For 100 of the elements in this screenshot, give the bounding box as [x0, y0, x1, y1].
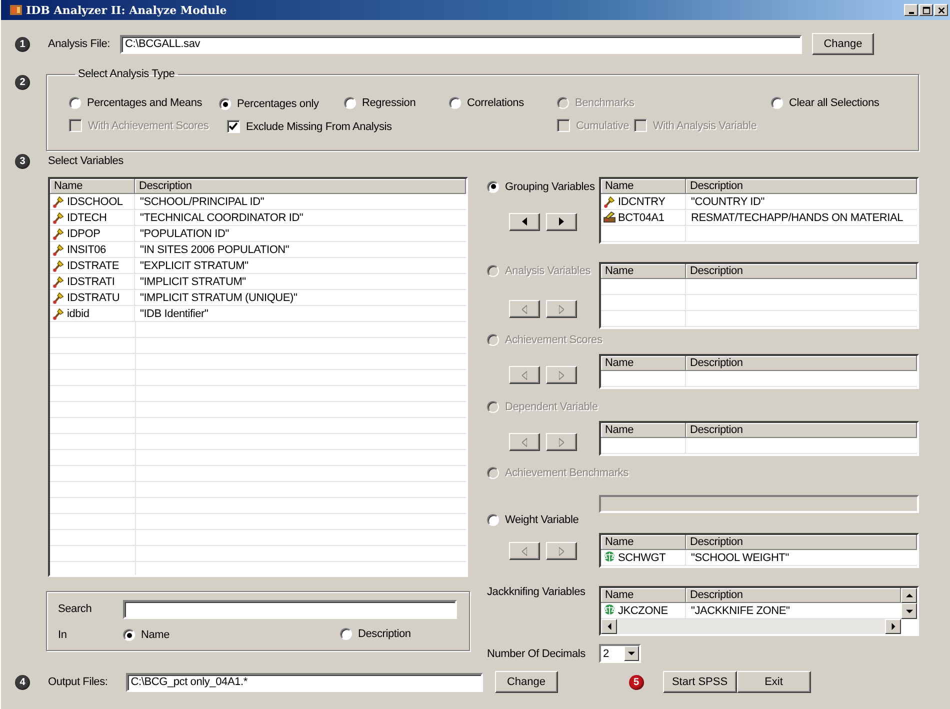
pin-icon: [52, 243, 65, 256]
move-right-button[interactable]: [546, 366, 577, 384]
field-label: Analysis File:: [48, 38, 110, 50]
column-header[interactable]: Name: [601, 588, 686, 603]
move-right-button[interactable]: [546, 300, 577, 318]
minimize-button[interactable]: [904, 4, 918, 16]
radio-button[interactable]: Name: [123, 629, 170, 642]
variable-description: "COUNTRY ID": [691, 196, 764, 208]
checkbox[interactable]: Exclude Missing From Analysis: [227, 120, 392, 133]
variable-description: RESMAT/TECHAPP/HANDS ON MATERIAL: [691, 212, 903, 224]
column-header[interactable]: Name: [50, 179, 135, 194]
column-header[interactable]: Description: [686, 535, 917, 550]
pin-icon: [52, 227, 65, 240]
variable-description: "IMPLICIT STRATUM (UNIQUE)": [140, 292, 298, 304]
step-badge: 4: [15, 674, 30, 690]
maximize-button[interactable]: [919, 4, 933, 16]
radio-indicator[interactable]: [219, 98, 231, 110]
pin-icon: [52, 291, 65, 304]
change-button[interactable]: Change: [494, 671, 558, 693]
left-arrow-icon: [606, 623, 612, 630]
radio-button[interactable]: Grouping Variables: [487, 180, 595, 192]
move-right-button[interactable]: [546, 212, 577, 230]
field-label: Output Files:: [48, 676, 108, 688]
move-left-button[interactable]: [509, 433, 540, 451]
left-arrow-icon: [522, 546, 527, 556]
output-files-field[interactable]: C:\BCG_pct only_04A1.*: [126, 672, 483, 692]
section-title: Select Variables: [48, 155, 124, 167]
pin-icon: [52, 275, 65, 288]
change-button[interactable]: Change: [812, 33, 874, 55]
variable-name: IDCNTRY: [618, 196, 666, 208]
pin-icon: [52, 195, 65, 208]
scroll-right-button[interactable]: [885, 619, 901, 634]
benchmark-field[interactable]: [599, 495, 919, 513]
group-title: Select Analysis Type: [77, 68, 176, 80]
radio-button[interactable]: Correlations: [449, 96, 524, 108]
variable-name: IDSTRATU: [67, 292, 120, 304]
radio-indicator[interactable]: [344, 96, 356, 108]
horizontal-scrollbar[interactable]: [601, 619, 901, 634]
radio-button[interactable]: Percentages only: [219, 98, 319, 110]
variable-description: "POPULATION ID": [140, 228, 229, 240]
step-badge: 1: [15, 36, 30, 52]
radio-indicator[interactable]: [449, 96, 461, 108]
analysis-file-field[interactable]: C:\BCGALL.sav: [120, 34, 802, 54]
left-arrow-icon: [522, 217, 527, 226]
radio-button[interactable]: Description: [340, 628, 411, 640]
radio-indicator[interactable]: [340, 628, 352, 640]
scroll-down-button[interactable]: [901, 603, 917, 619]
maximize-icon: [922, 6, 930, 14]
app-icon: [9, 3, 23, 17]
radio-indicator[interactable]: [487, 180, 499, 192]
vertical-scrollbar[interactable]: [901, 588, 917, 619]
variable-name: IDSTRATE: [67, 260, 119, 272]
right-arrow-icon: [559, 370, 564, 380]
move-right-button[interactable]: [546, 433, 577, 451]
variable-description: "IMPLICIT STRATUM": [140, 276, 246, 288]
scroll-up-button[interactable]: [901, 588, 917, 603]
column-header[interactable]: Description: [686, 588, 901, 603]
down-arrow-icon: [906, 608, 912, 614]
column-header[interactable]: Name: [601, 179, 686, 194]
column-header[interactable]: Name: [601, 535, 686, 550]
decimals-dropdown[interactable]: 2: [599, 644, 641, 663]
move-left-button[interactable]: [509, 366, 540, 384]
tools-icon: [603, 211, 616, 224]
step-badge: 2: [15, 75, 30, 90]
variable-description: "SCHOOL/PRINCIPAL ID": [140, 196, 264, 208]
close-icon: [936, 6, 946, 14]
variable-name: BCT04A1: [618, 212, 664, 224]
pin-icon: [603, 195, 616, 208]
radio-indicator[interactable]: [123, 629, 135, 642]
radio-indicator[interactable]: [771, 96, 783, 108]
move-left-button[interactable]: [509, 300, 540, 318]
variable-description: "JACKKNIFE ZONE": [691, 604, 790, 616]
checkmark-icon: [229, 122, 238, 131]
pin-icon: [52, 307, 65, 320]
section-label: Jackknifing Variables: [487, 586, 586, 598]
scroll-left-button[interactable]: [601, 619, 617, 634]
close-button[interactable]: [934, 4, 948, 16]
pin-icon: [52, 211, 65, 224]
variable-description: "IDB Identifier": [140, 308, 208, 320]
radio-button[interactable]: Regression: [344, 96, 416, 108]
minimize-icon: [908, 12, 914, 14]
radio-button[interactable]: Weight Variable: [487, 514, 579, 526]
right-arrow-icon: [559, 546, 564, 556]
pin-icon: [52, 259, 65, 272]
search-field[interactable]: [123, 600, 457, 618]
radio-button[interactable]: Clear all Selections: [771, 96, 880, 108]
action-button[interactable]: Start SPSS: [662, 671, 737, 693]
radio-button[interactable]: Percentages and Means: [69, 96, 202, 108]
column-header[interactable]: Description: [686, 179, 917, 194]
radio-indicator[interactable]: [69, 96, 81, 108]
variable-description: "TECHNICAL COORDINATOR ID": [140, 212, 304, 224]
variable-name: INSIT06: [67, 244, 106, 256]
scale-icon: [603, 551, 616, 564]
variable-name: JKCZONE: [618, 604, 668, 616]
move-left-button[interactable]: [509, 212, 540, 230]
action-button[interactable]: Exit: [736, 671, 811, 693]
variable-description: "IN SITES 2006 POPULATION": [140, 244, 290, 256]
column-header[interactable]: Description: [135, 179, 466, 194]
radio-indicator[interactable]: [487, 514, 499, 526]
window-title: IDB Analyzer II: Analyze Module: [26, 4, 227, 16]
